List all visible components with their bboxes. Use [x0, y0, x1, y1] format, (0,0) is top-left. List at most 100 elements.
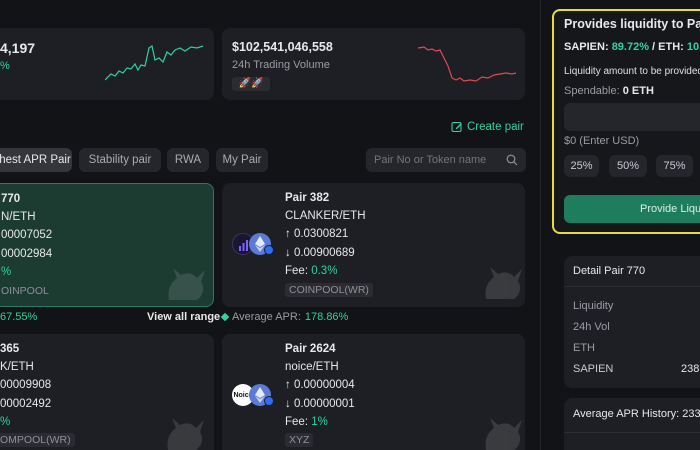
pair-card-365[interactable]: 365 K/ETH 00009908 00002492 % OMPOOL(WR): [0, 334, 214, 450]
tab-label: Stability pair: [88, 154, 152, 166]
detail-label-vol: 24h Vol: [573, 321, 610, 333]
stat-change: %: [0, 60, 10, 72]
stat-value: 4,197: [0, 40, 36, 56]
search-icon[interactable]: [506, 154, 518, 166]
rocket-icon: 🚀: [238, 78, 251, 89]
fee-value: 0.3%: [311, 265, 338, 277]
chain-badge-icon: [264, 396, 274, 406]
volume-value: $102,541,046,558: [232, 40, 333, 54]
eth-label: / ETH:: [649, 41, 687, 53]
column-divider: [540, 0, 541, 450]
spendable-label: Spendable:: [564, 85, 623, 97]
stat-card-volume: $102,541,046,558 24h Trading Volume 🚀🚀: [222, 28, 525, 100]
tab-label: RWA: [174, 154, 202, 166]
pool-badge: OINPOOL: [1, 285, 49, 297]
stat-card-left: 4,197 %: [0, 28, 214, 100]
detail-label-eth: ETH: [573, 342, 595, 354]
tab-highest-apr[interactable]: hest APR Pair: [0, 148, 72, 172]
pair-fee: Fee: 1%: [285, 416, 328, 428]
search-box[interactable]: [366, 148, 526, 172]
tab-my-pair[interactable]: My Pair: [216, 148, 268, 172]
usd-value: $0 (Enter USD): [564, 135, 640, 147]
eth-ratio: 10.28%: [686, 41, 700, 53]
pair-name: N/ETH: [1, 211, 36, 223]
mini-chart-up: [105, 45, 204, 81]
pct-50-button[interactable]: 50%: [609, 155, 647, 177]
rocket-icon: 🚀: [251, 78, 264, 89]
unicorn-watermark-icon: [485, 418, 522, 450]
pair-up-price: ↑ 0.00000004: [285, 379, 355, 391]
detail-label-sapien: SAPIEN: [573, 363, 614, 375]
avg-apr-label: Average APR:: [232, 311, 301, 323]
spendable: Spendable: 0 ETH: [564, 85, 654, 97]
pool-badge: XYZ: [285, 433, 314, 447]
pair-name: CLANKER/ETH: [285, 210, 366, 222]
sapien-ratio: 89.72%: [611, 41, 649, 53]
ratio-line: SAPIEN: 89.72% / ETH: 10.28%: [564, 41, 700, 53]
tab-rwa[interactable]: RWA: [167, 148, 209, 172]
provide-label: Provide Liqu: [640, 203, 700, 215]
tab-label: My Pair: [222, 154, 262, 166]
pair-fee: Fee: 0.3%: [285, 265, 337, 277]
edit-icon: [451, 121, 462, 133]
liquidity-title: Provides liquidity to Pa: [564, 17, 700, 31]
pair-title: Pair 382: [285, 192, 330, 204]
apr-history-card: Average APR History: 233: [564, 398, 700, 450]
token-pair-icon: [232, 233, 274, 255]
sapien-label: SAPIEN:: [564, 41, 612, 53]
pair-down-price: ↓ 0.00900689: [285, 247, 355, 259]
pct-25-button[interactable]: 25%: [564, 155, 599, 177]
pair-up-price: 00009908: [0, 379, 52, 391]
detail-divider: [564, 286, 700, 287]
left-apr: 67.55%: [0, 311, 38, 323]
avg-apr-value: 178.86%: [304, 311, 349, 323]
detail-pair-card: Detail Pair 770 Liquidity 24h Vol ETH SA…: [564, 256, 700, 388]
token-icons-badge: 🚀🚀: [232, 77, 270, 91]
pair-title: 365: [0, 343, 20, 355]
unicorn-watermark-icon: [168, 268, 205, 300]
create-pair-button[interactable]: Create pair: [451, 121, 524, 133]
average-apr: Average APR: 178.86%: [220, 311, 349, 323]
pct-75-button[interactable]: 75%: [656, 155, 693, 177]
pair-title: 770: [1, 193, 21, 205]
pair-title: Pair 2624: [285, 343, 336, 355]
pool-badge: COINPOOL(WR): [285, 283, 373, 297]
pair-name: K/ETH: [0, 361, 34, 373]
search-input[interactable]: [374, 152, 499, 168]
pair-fee: %: [0, 416, 11, 428]
diamond-icon: [220, 312, 230, 322]
detail-value-sapien: 238: [681, 363, 700, 375]
pair-down-price: ↓ 0.00000001: [285, 398, 355, 410]
amount-input[interactable]: [564, 103, 700, 131]
fee-label: Fee:: [285, 265, 312, 277]
pair-up-price: ↑ 0.0300821: [285, 228, 349, 240]
unicorn-watermark-icon: [167, 418, 204, 450]
spendable-value: 0 ETH: [622, 85, 654, 97]
detail-title: Detail Pair 770: [573, 265, 646, 277]
pair-card-770[interactable]: 770 N/ETH 00007052 00002984 % OINPOOL: [0, 183, 214, 307]
chain-badge-icon: [264, 245, 274, 255]
pair-card-382[interactable]: Pair 382 CLANKER/ETH ↑ 0.0300821 ↓ 0.009…: [222, 183, 525, 307]
apr-history-divider: [564, 432, 700, 433]
view-all-range-link[interactable]: View all range: [147, 311, 220, 323]
pool-badge: OMPOOL(WR): [0, 433, 75, 447]
liquidity-panel: Provides liquidity to Pa SAPIEN: 89.72% …: [552, 9, 700, 234]
tab-stability-pair[interactable]: Stability pair: [79, 148, 161, 172]
volume-label: 24h Trading Volume: [232, 59, 330, 71]
amount-label: Liquidity amount to be provided: [564, 66, 700, 77]
fee-value: 1%: [311, 416, 328, 428]
provide-liquidity-button[interactable]: Provide Liqu: [564, 195, 700, 223]
fee-label: Fee:: [285, 416, 312, 428]
unicorn-watermark-icon: [485, 267, 522, 299]
pair-down-price: 00002984: [1, 248, 53, 260]
apr-history-title: Average APR History: 233: [573, 408, 700, 420]
tab-label: hest APR Pair: [0, 154, 71, 166]
mini-chart-down: [418, 46, 517, 82]
token-pair-icon: Noice: [232, 384, 274, 406]
pair-up-price: 00007052: [1, 229, 53, 241]
detail-label-liquidity: Liquidity: [573, 300, 614, 312]
pair-card-2624[interactable]: Noice Pair 2624 noice/ETH ↑ 0.00000004 ↓…: [222, 334, 525, 450]
create-pair-label: Create pair: [467, 121, 524, 133]
pair-name: noice/ETH: [285, 361, 339, 373]
pair-fee: %: [1, 266, 12, 278]
